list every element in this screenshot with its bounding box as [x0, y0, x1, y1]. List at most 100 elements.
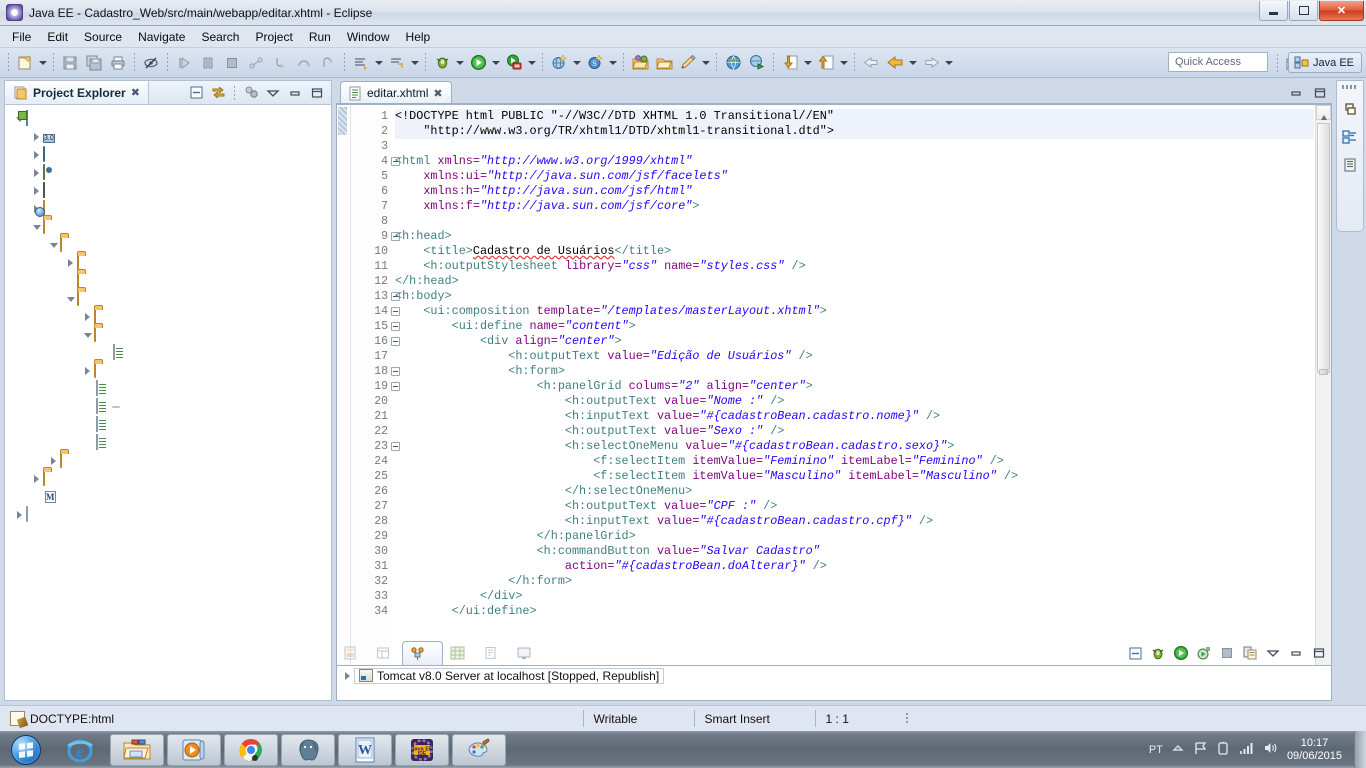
- link-with-editor-icon[interactable]: [208, 83, 228, 103]
- maximize-icon[interactable]: [1310, 83, 1330, 103]
- drag-handle[interactable]: [1342, 85, 1358, 89]
- back-dropdown-icon[interactable]: [907, 51, 919, 75]
- taskbar-item-microsoft-word[interactable]: W: [338, 733, 392, 766]
- code-line[interactable]: <f:selectItem itemValue="Feminino" itemL…: [395, 454, 1314, 469]
- tab-project-explorer[interactable]: Project Explorer ✖: [5, 81, 149, 104]
- expand-arrow-icon[interactable]: [81, 326, 94, 344]
- back-history-icon[interactable]: [883, 51, 907, 75]
- next-annotation-icon[interactable]: [349, 51, 373, 75]
- tree-item[interactable]: [5, 308, 331, 326]
- tree-item[interactable]: [5, 254, 331, 272]
- view-menu-icon[interactable]: [1263, 643, 1283, 663]
- tab-editar-xhtml[interactable]: editar.xhtml ✖: [340, 81, 452, 104]
- bottom-tab-properties[interactable]: [369, 641, 402, 665]
- server-entry[interactable]: Tomcat v8.0 Server at localhost [Stopped…: [354, 667, 665, 684]
- source-code[interactable]: <!DOCTYPE html PUBLIC "-//W3C//DTD XHTML…: [395, 105, 1314, 684]
- code-line[interactable]: <html xmlns="http://www.w3.org/1999/xhtm…: [395, 154, 1314, 169]
- run-dropdown-icon[interactable]: [490, 51, 502, 75]
- code-line[interactable]: [395, 214, 1314, 229]
- run-on-server-dropdown-icon[interactable]: [526, 51, 538, 75]
- scroll-up-icon[interactable]: [1316, 105, 1331, 120]
- profile-server-icon[interactable]: [1194, 643, 1214, 663]
- code-line[interactable]: <h:form>: [395, 364, 1314, 379]
- tree-item[interactable]: [5, 344, 331, 362]
- code-line[interactable]: <h:head>: [395, 229, 1314, 244]
- restore-icon[interactable]: [1340, 99, 1360, 119]
- code-line[interactable]: xmlns:ui="http://java.sun.com/jsf/facele…: [395, 169, 1314, 184]
- menu-file[interactable]: File: [4, 28, 39, 46]
- edit-icon[interactable]: [676, 51, 700, 75]
- expand-arrow-icon[interactable]: [30, 164, 43, 182]
- taskbar-item-google-chrome[interactable]: [224, 733, 278, 766]
- collapse-all-icon[interactable]: [1125, 643, 1145, 663]
- code-line[interactable]: <ui:define name="content">: [395, 319, 1314, 334]
- new-service-dropdown-icon[interactable]: [607, 51, 619, 75]
- export-dropdown-icon[interactable]: [838, 51, 850, 75]
- menu-help[interactable]: Help: [398, 28, 439, 46]
- new-wizard-icon[interactable]: [13, 51, 37, 75]
- code-line[interactable]: <h:commandButton value="Salvar Cadastro": [395, 544, 1314, 559]
- code-line[interactable]: action="#{cadastroBean.doAlterar}" />: [395, 559, 1314, 574]
- battery-icon[interactable]: [1216, 741, 1230, 758]
- tree-item[interactable]: [5, 272, 331, 290]
- tree-item[interactable]: [5, 416, 331, 434]
- editor-body[interactable]: 1 2 3 4 5 6 7 8 9 10 11 12 13 14 15 16 17 18 19 20 21 22 23 24 2…: [336, 104, 1332, 701]
- tree-item[interactable]: [5, 470, 331, 488]
- minimize-icon[interactable]: [1286, 643, 1306, 663]
- tree-item[interactable]: [5, 290, 331, 308]
- open-type-icon[interactable]: [628, 51, 652, 75]
- menu-edit[interactable]: Edit: [39, 28, 76, 46]
- tree-item[interactable]: [5, 218, 331, 236]
- code-line[interactable]: <h:outputText value="Nome :" />: [395, 394, 1314, 409]
- close-icon[interactable]: ✖: [433, 87, 442, 100]
- new-service-icon[interactable]: S: [583, 51, 607, 75]
- step-return-icon[interactable]: [316, 51, 340, 75]
- tree-item[interactable]: [5, 164, 331, 182]
- debug-icon[interactable]: [430, 51, 454, 75]
- bottom-tab-console[interactable]: [510, 641, 543, 665]
- code-line[interactable]: xmlns:f="http://java.sun.com/jsf/core">: [395, 199, 1314, 214]
- code-line[interactable]: </div>: [395, 589, 1314, 604]
- code-line[interactable]: <h:selectOneMenu value="#{cadastroBean.c…: [395, 439, 1314, 454]
- tree-item[interactable]: [5, 452, 331, 470]
- expand-arrow-icon[interactable]: [30, 128, 43, 146]
- toggle-mark-occurrences-icon[interactable]: [139, 51, 163, 75]
- import-dropdown-icon[interactable]: [802, 51, 814, 75]
- project-tree[interactable]: 3.0 M: [5, 105, 331, 700]
- code-line[interactable]: <h:panelGrid colums="2" align="center">: [395, 379, 1314, 394]
- disconnect-icon[interactable]: [244, 51, 268, 75]
- perspective-java-ee-button[interactable]: Java EE: [1288, 52, 1362, 73]
- start-button[interactable]: [2, 733, 50, 767]
- step-into-icon[interactable]: [268, 51, 292, 75]
- menu-source[interactable]: Source: [76, 28, 130, 46]
- menu-window[interactable]: Window: [339, 28, 398, 46]
- code-line[interactable]: <h:inputText value="#{cadastroBean.cadas…: [395, 514, 1314, 529]
- view-menu-icon[interactable]: [263, 83, 283, 103]
- open-task-icon[interactable]: [652, 51, 676, 75]
- export-icon[interactable]: [814, 51, 838, 75]
- menu-run[interactable]: Run: [301, 28, 339, 46]
- expand-arrow-icon[interactable]: [30, 218, 43, 236]
- new-web-project-dropdown-icon[interactable]: [571, 51, 583, 75]
- taskbar-item-paint[interactable]: [452, 733, 506, 766]
- tray-clock[interactable]: 10:17 09/06/2015: [1287, 737, 1342, 763]
- resume-icon[interactable]: [172, 51, 196, 75]
- server-row[interactable]: Tomcat v8.0 Server at localhost [Stopped…: [337, 666, 1331, 685]
- expand-arrow-icon[interactable]: [47, 236, 60, 254]
- expand-arrow-icon[interactable]: [341, 667, 354, 685]
- outline-view-icon[interactable]: [1340, 127, 1360, 147]
- deploy-icon[interactable]: [745, 51, 769, 75]
- minimize-button[interactable]: [1259, 1, 1288, 21]
- tree-item[interactable]: 3.0: [5, 128, 331, 146]
- minimize-icon[interactable]: [285, 83, 305, 103]
- taskbar-item-internet-explorer[interactable]: e: [53, 734, 107, 766]
- volume-icon[interactable]: [1263, 741, 1278, 758]
- forward-icon[interactable]: [919, 51, 943, 75]
- code-line[interactable]: <!DOCTYPE html PUBLIC "-//W3C//DTD XHTML…: [395, 109, 1314, 124]
- code-line[interactable]: <h:inputText value="#{cadastroBean.cadas…: [395, 409, 1314, 424]
- code-line[interactable]: </h:head>: [395, 274, 1314, 289]
- import-icon[interactable]: [778, 51, 802, 75]
- scroll-thumb[interactable]: [1317, 123, 1330, 373]
- palette-view-icon[interactable]: [1340, 155, 1360, 175]
- taskbar-item-postgresql[interactable]: [281, 733, 335, 766]
